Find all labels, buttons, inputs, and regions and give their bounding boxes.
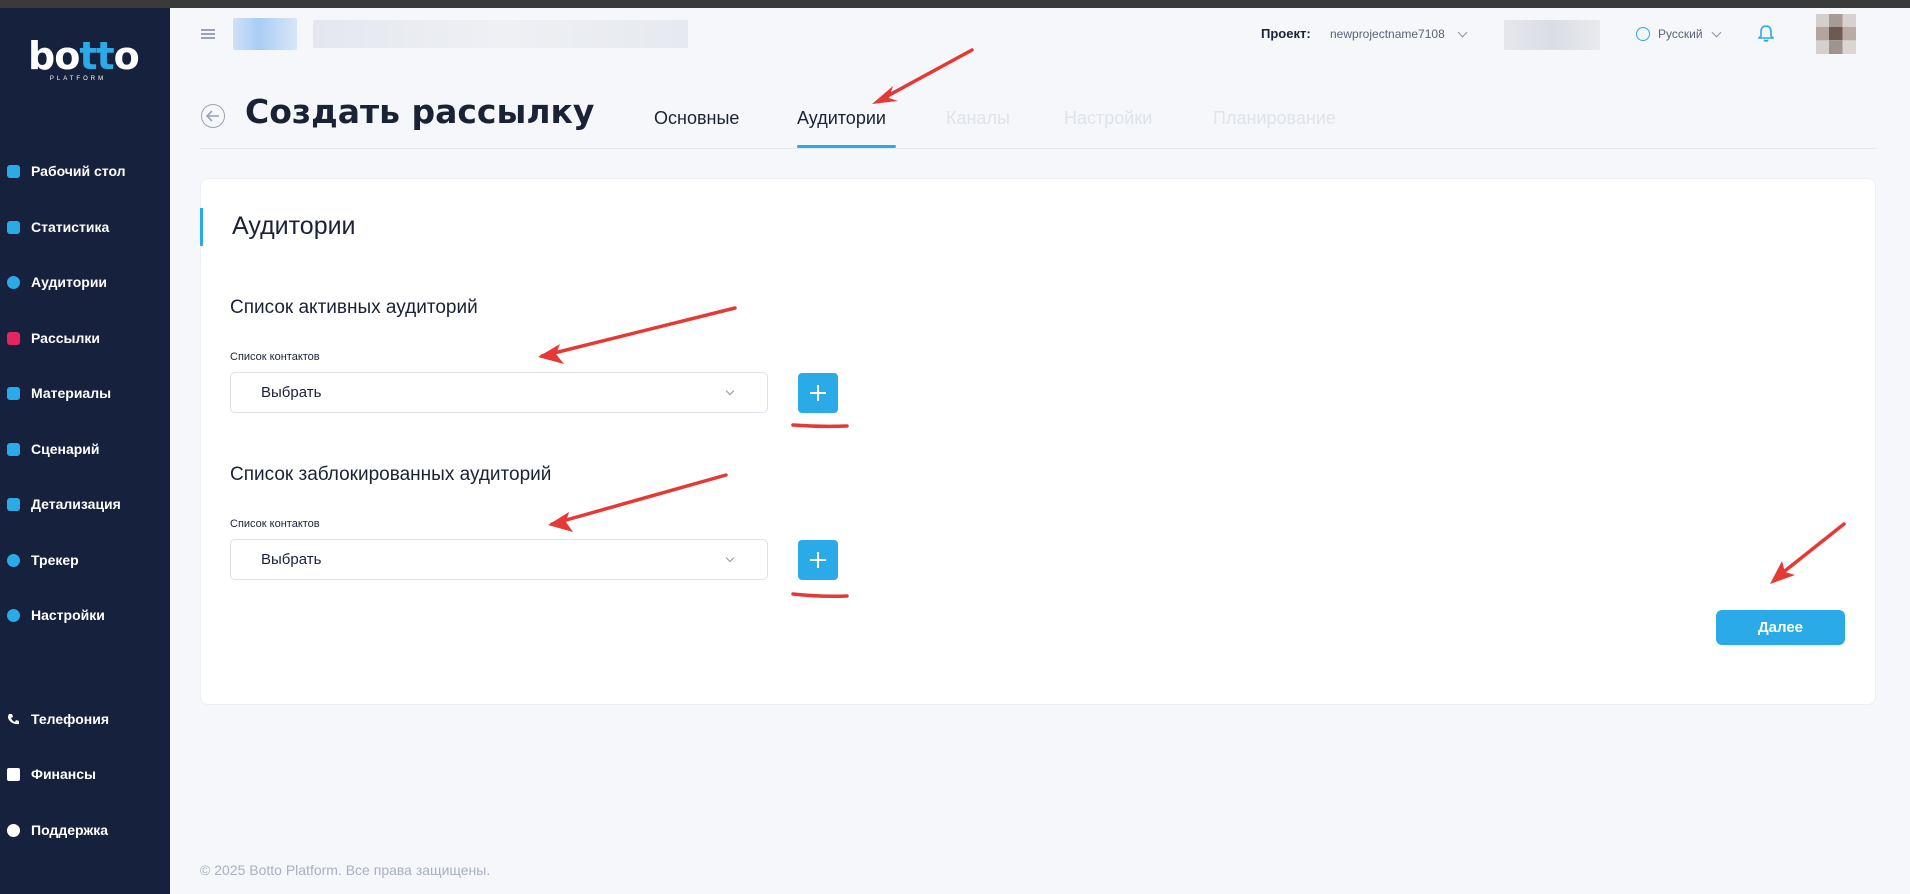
project-select-value: newprojectname7108 — [1330, 27, 1445, 41]
mailing-icon — [7, 331, 20, 345]
sidebar-item-label: Рабочий стол — [31, 163, 126, 179]
logo-text: botto — [28, 34, 140, 78]
sidebar-item-dashboard[interactable]: Рабочий стол — [0, 156, 170, 186]
sidebar-item-tracker[interactable]: Трекер — [0, 545, 170, 575]
bell-icon[interactable] — [1757, 24, 1775, 42]
tab-settings[interactable]: Настройки — [1064, 108, 1152, 129]
chart-icon — [7, 220, 20, 234]
sidebar-item-support[interactable]: Поддержка — [0, 815, 170, 845]
sidebar-item-label: Телефония — [31, 711, 109, 727]
sidebar: botto PLATFORM Рабочий стол Статистика А… — [0, 8, 170, 894]
page-title: Создать рассылку — [245, 92, 595, 131]
tab-general[interactable]: Основные — [654, 108, 739, 129]
sidebar-item-mailings[interactable]: Рассылки — [0, 323, 170, 353]
support-icon — [7, 823, 20, 837]
chevron-down-icon — [1457, 27, 1468, 37]
dashboard-icon — [7, 164, 20, 178]
active-contacts-select-value: Выбрать — [261, 384, 322, 401]
sidebar-item-label: Детализация — [31, 496, 121, 512]
active-audiences-title: Список активных аудиторий — [230, 297, 478, 318]
phone-icon — [7, 713, 20, 726]
sidebar-item-audiences[interactable]: Аудитории — [0, 267, 170, 297]
card-title: Аудитории — [232, 212, 356, 240]
sidebar-item-label: Финансы — [31, 766, 96, 782]
globe-icon — [1636, 27, 1650, 41]
language-select[interactable]: Русский — [1636, 22, 1736, 46]
card-title-accent — [200, 208, 203, 246]
sidebar-item-details[interactable]: Детализация — [0, 489, 170, 519]
add-blocked-audience-button[interactable] — [798, 540, 838, 580]
audiences-card — [200, 178, 1876, 705]
sidebar-item-label: Сценарий — [31, 441, 100, 457]
sidebar-item-label: Трекер — [31, 552, 79, 568]
sidebar-item-materials[interactable]: Материалы — [0, 378, 170, 408]
browser-top-strip — [0, 0, 1910, 8]
sidebar-item-scenario[interactable]: Сценарий — [0, 434, 170, 464]
next-button[interactable]: Далее — [1716, 610, 1845, 645]
language-value: Русский — [1658, 27, 1703, 41]
users-icon — [7, 275, 20, 289]
sidebar-item-telephony[interactable]: Телефония — [0, 704, 170, 734]
add-active-audience-button[interactable] — [798, 373, 838, 413]
tabs-divider — [200, 148, 1876, 149]
tab-planning[interactable]: Планирование — [1213, 108, 1336, 129]
blocked-contacts-select[interactable]: Выбрать — [230, 539, 768, 580]
tab-audiences[interactable]: Аудитории — [797, 108, 886, 129]
blurred-breadcrumb — [313, 20, 688, 48]
gear-icon — [7, 608, 20, 622]
blocked-audiences-title: Список заблокированных аудиторий — [230, 464, 552, 485]
annotation-arrowhead — [872, 86, 898, 104]
blurred-project-logo — [233, 18, 297, 50]
back-button[interactable] — [201, 104, 225, 128]
chevron-down-icon — [1711, 27, 1721, 37]
avatar[interactable] — [1816, 14, 1856, 54]
sidebar-item-label: Аудитории — [31, 274, 108, 290]
top-header: Проект: newprojectname7108 Русский — [170, 8, 1910, 60]
sidebar-item-settings[interactable]: Настройки — [0, 600, 170, 630]
project-label: Проект: — [1261, 26, 1311, 41]
sidebar-item-label: Настройки — [31, 607, 105, 623]
sidebar-item-label: Поддержка — [31, 822, 109, 838]
sidebar-item-finances[interactable]: Финансы — [0, 759, 170, 789]
blurred-user-info — [1504, 20, 1600, 50]
menu-icon[interactable] — [201, 29, 215, 39]
files-icon — [7, 386, 20, 400]
chevron-down-icon — [725, 553, 735, 562]
active-tab-indicator — [797, 145, 896, 148]
plus-icon — [810, 385, 826, 401]
blocked-contacts-select-value: Выбрать — [261, 551, 322, 568]
chevron-down-icon — [725, 386, 735, 395]
sidebar-item-label: Статистика — [31, 219, 110, 235]
details-icon — [7, 497, 20, 511]
sidebar-item-statistics[interactable]: Статистика — [0, 212, 170, 242]
footer-copyright: © 2025 Botto Platform. Все права защищен… — [200, 862, 491, 878]
wallet-icon — [7, 767, 20, 781]
scenario-icon — [7, 442, 20, 456]
arrow-left-icon — [206, 110, 219, 122]
sidebar-item-label: Рассылки — [31, 330, 100, 346]
tracker-icon — [7, 553, 20, 567]
tab-channels[interactable]: Каналы — [946, 108, 1010, 129]
plus-icon — [810, 552, 826, 568]
active-contacts-label: Список контактов — [230, 351, 320, 363]
active-contacts-select[interactable]: Выбрать — [230, 372, 768, 413]
sidebar-item-label: Материалы — [31, 385, 112, 401]
logo-subtitle: PLATFORM — [49, 76, 107, 82]
blocked-contacts-label: Список контактов — [230, 518, 320, 530]
project-select[interactable]: newprojectname7108 — [1330, 22, 1490, 46]
logo[interactable]: botto PLATFORM — [28, 34, 140, 92]
